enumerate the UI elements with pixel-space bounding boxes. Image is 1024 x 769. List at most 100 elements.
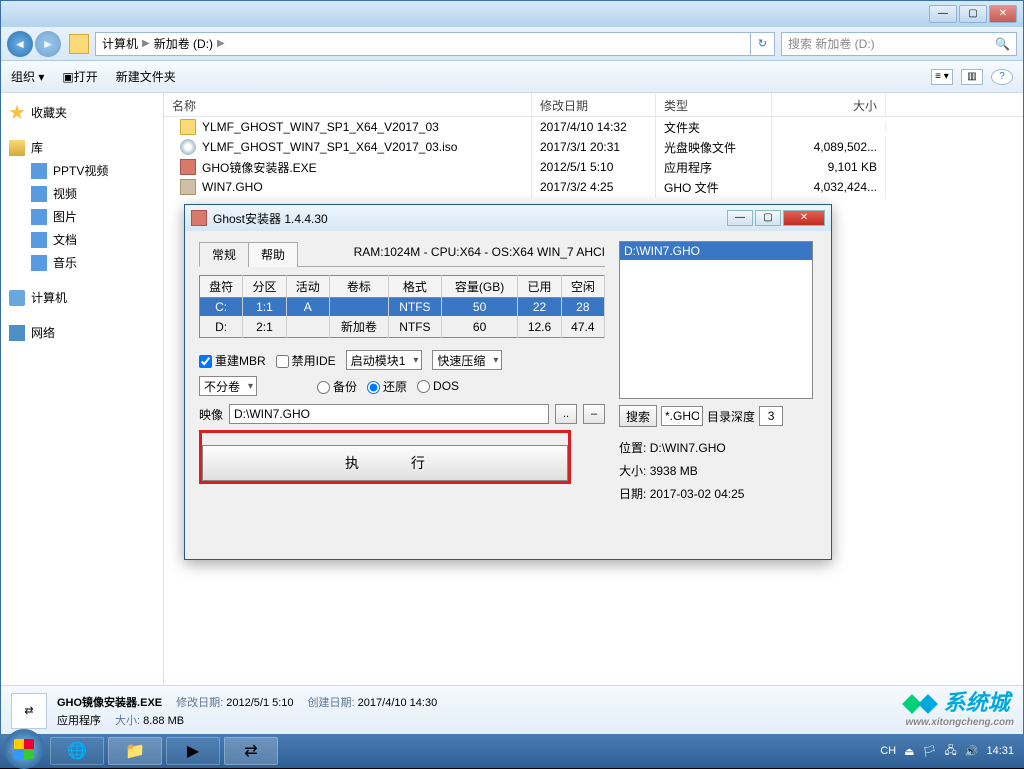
dialog-close-button[interactable]: ✕ — [783, 210, 825, 226]
execute-button[interactable]: 执 行 — [202, 445, 568, 481]
sidebar-computer[interactable]: 计算机 — [1, 286, 163, 309]
file-row[interactable]: GHO镜像安装器.EXE2012/5/1 5:10应用程序9,101 KB — [164, 157, 1023, 177]
flag-icon[interactable]: 🏳 — [923, 745, 937, 758]
file-icon: ⇄ — [11, 693, 47, 729]
tab-general[interactable]: 常规 — [199, 242, 249, 267]
nav-bar: ◄ ► 计算机 ▶ 新加卷 (D:) ▶ ↻ 搜索 新加卷 (D:) 🔍 — [1, 27, 1023, 61]
compress-select[interactable]: 快速压缩 — [432, 350, 502, 370]
column-headers: 名称 修改日期 类型 大小 — [164, 93, 1023, 117]
back-button[interactable]: ◄ — [7, 31, 33, 57]
breadcrumb[interactable]: 计算机 ▶ 新加卷 (D:) ▶ — [95, 32, 751, 56]
ghost-installer-dialog: Ghost安装器 1.4.4.30 — ▢ ✕ 常规 帮助 RAM:1024M … — [184, 204, 832, 560]
sidebar: 收藏夹 库 PPTV视频 视频 图片 文档 音乐 计算机 网络 — [1, 93, 164, 685]
star-icon — [9, 105, 25, 121]
file-row[interactable]: WIN7.GHO2017/3/2 4:25GHO 文件4,032,424... — [164, 177, 1023, 197]
disk-row[interactable]: D:2:1新加卷NTFS6012.647.4 — [200, 316, 605, 338]
organize-menu[interactable]: 组织 ▾ — [11, 68, 44, 85]
task-ie[interactable]: 🌐 — [50, 737, 104, 765]
breadcrumb-item[interactable]: 新加卷 (D:) — [154, 35, 213, 52]
details-type: 应用程序 — [57, 712, 101, 728]
minimize-button[interactable]: — — [929, 5, 957, 23]
forward-button[interactable]: ► — [35, 31, 61, 57]
close-button[interactable]: ✕ — [989, 5, 1017, 23]
new-folder-button[interactable]: 新建文件夹 — [116, 68, 176, 85]
drive-icon — [69, 34, 89, 54]
dos-radio[interactable]: DOS — [417, 379, 459, 393]
network-icon[interactable]: 🖧 — [945, 742, 957, 761]
view-options-button[interactable]: ≡ ▾ — [931, 69, 953, 85]
disc-icon — [180, 139, 196, 155]
dialog-maximize-button[interactable]: ▢ — [755, 210, 781, 226]
start-button[interactable] — [4, 729, 44, 769]
col-date[interactable]: 修改日期 — [532, 93, 656, 116]
volume-icon[interactable]: 🔊 — [965, 745, 979, 758]
clock[interactable]: 14:31 — [986, 745, 1014, 757]
backup-radio[interactable]: 备份 — [317, 378, 357, 395]
sidebar-library[interactable]: 库 — [1, 136, 163, 159]
tabs: 常规 帮助 RAM:1024M - CPU:X64 - OS:X64 WIN_7… — [199, 241, 605, 267]
sidebar-item-docs[interactable]: 文档 — [1, 228, 163, 251]
search-input[interactable]: 搜索 新加卷 (D:) 🔍 — [781, 32, 1017, 56]
gho-file-list[interactable]: D:\WIN7.GHO — [619, 241, 813, 399]
help-button[interactable]: ? — [991, 69, 1013, 85]
exe-icon — [180, 159, 196, 175]
tray-icon[interactable]: ⏏ — [904, 745, 914, 758]
open-button[interactable]: ▣ 打开 — [62, 68, 97, 85]
col-type[interactable]: 类型 — [656, 93, 772, 116]
details-filename: GHO镜像安装器.EXE — [57, 694, 162, 710]
file-row[interactable]: YLMF_GHOST_WIN7_SP1_X64_V2017_032017/4/1… — [164, 117, 1023, 137]
disable-ide-checkbox[interactable]: 禁用IDE — [276, 352, 336, 369]
gho-icon — [180, 179, 196, 195]
ext-filter-input[interactable] — [661, 406, 703, 426]
computer-icon — [9, 290, 25, 306]
chevron-right-icon: ▶ — [217, 38, 225, 49]
details-pane: ⇄ GHO镜像安装器.EXE 修改日期: 2012/5/1 5:10 创建日期:… — [1, 685, 1023, 735]
lang-indicator[interactable]: CH — [880, 745, 896, 757]
execute-highlight: 执 行 — [199, 430, 571, 484]
network-icon — [9, 325, 25, 341]
breadcrumb-item[interactable]: 计算机 — [102, 35, 138, 52]
depth-input[interactable] — [759, 406, 783, 426]
col-name[interactable]: 名称 — [164, 93, 532, 116]
gho-list-item[interactable]: D:\WIN7.GHO — [620, 242, 812, 260]
task-ghost[interactable]: ⇄ — [224, 737, 278, 765]
refresh-button[interactable]: ↻ — [751, 32, 775, 56]
disk-table: 盘符分区活动卷标格式容量(GB)已用空闲 C:1:1ANTFS502228D:2… — [199, 275, 605, 338]
titlebar: — ▢ ✕ — [1, 1, 1023, 27]
sidebar-item-music[interactable]: 音乐 — [1, 251, 163, 274]
disk-row[interactable]: C:1:1ANTFS502228 — [200, 298, 605, 317]
document-icon — [31, 232, 47, 248]
sidebar-favorites[interactable]: 收藏夹 — [1, 101, 163, 124]
col-size[interactable]: 大小 — [772, 93, 886, 116]
split-select[interactable]: 不分卷 — [199, 376, 257, 396]
rebuild-mbr-checkbox[interactable]: 重建MBR — [199, 352, 266, 369]
search-placeholder: 搜索 新加卷 (D:) — [788, 35, 875, 52]
image-icon — [31, 209, 47, 225]
restore-radio[interactable]: 还原 — [367, 378, 407, 395]
toolbar: 组织 ▾ ▣ 打开 新建文件夹 ≡ ▾ ▥ ? — [1, 61, 1023, 93]
sidebar-network[interactable]: 网络 — [1, 321, 163, 344]
system-tray[interactable]: CH ⏏ 🏳 🖧 🔊 14:31 — [880, 742, 1024, 761]
task-explorer[interactable]: 📁 — [108, 737, 162, 765]
video-icon — [31, 186, 47, 202]
chevron-right-icon: ▶ — [142, 38, 150, 49]
maximize-button[interactable]: ▢ — [959, 5, 987, 23]
gho-metadata: 位置: D:\WIN7.GHO 大小: 3938 MB 日期: 2017-03-… — [619, 437, 813, 505]
tab-help[interactable]: 帮助 — [248, 242, 298, 267]
search-button[interactable]: 搜索 — [619, 405, 657, 427]
library-icon — [9, 140, 25, 156]
task-media[interactable]: ▶ — [166, 737, 220, 765]
music-icon — [31, 255, 47, 271]
dialog-title: Ghost安装器 1.4.4.30 — [213, 210, 328, 227]
taskbar: 🌐 📁 ▶ ⇄ CH ⏏ 🏳 🖧 🔊 14:31 — [0, 734, 1024, 768]
preview-pane-button[interactable]: ▥ — [961, 69, 983, 85]
sidebar-item-pptv[interactable]: PPTV视频 — [1, 159, 163, 182]
image-path-input[interactable] — [229, 404, 549, 424]
sidebar-item-video[interactable]: 视频 — [1, 182, 163, 205]
dialog-minimize-button[interactable]: — — [727, 210, 753, 226]
dialog-titlebar[interactable]: Ghost安装器 1.4.4.30 — ▢ ✕ — [185, 205, 831, 231]
boot-module-select[interactable]: 启动模块1 — [346, 350, 423, 370]
sidebar-item-images[interactable]: 图片 — [1, 205, 163, 228]
browse-button[interactable]: .. — [555, 404, 577, 424]
clear-button[interactable]: – — [583, 404, 605, 424]
